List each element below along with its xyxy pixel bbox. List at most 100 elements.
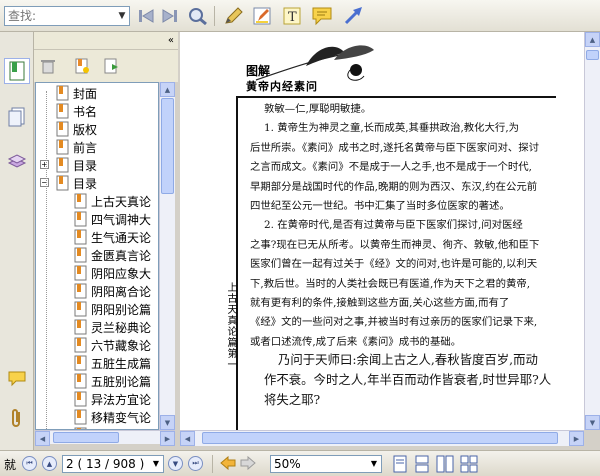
pencil-icon[interactable] bbox=[222, 5, 246, 27]
last-page-button[interactable]: ⏭ bbox=[188, 456, 203, 471]
comment-icon[interactable] bbox=[310, 5, 334, 27]
bookmark-item[interactable]: 五脏生成篇 bbox=[74, 354, 151, 372]
bookmark-item[interactable]: + 目录 bbox=[40, 156, 97, 174]
scroll-up-icon[interactable]: ▲ bbox=[160, 82, 175, 97]
bookmark-toolbar bbox=[34, 50, 178, 82]
bookmark-item[interactable]: 金匮真言论 bbox=[74, 246, 151, 264]
bookmark-label: 阴阳应象大 bbox=[91, 266, 152, 281]
facing-page-icon[interactable] bbox=[436, 455, 454, 476]
bookmark-icon bbox=[74, 265, 88, 281]
body-text-line: 之言而成文。《素问》不是成于一人之手,也不是成于一个时代, bbox=[250, 161, 532, 174]
bookmark-icon bbox=[74, 409, 88, 425]
search-input[interactable] bbox=[5, 7, 113, 25]
pages-tab-icon[interactable] bbox=[4, 104, 30, 130]
chevron-down-icon[interactable]: ▼ bbox=[149, 456, 163, 472]
document-horizontal-scrollbar[interactable]: ◀ ▶ bbox=[180, 430, 584, 446]
scroll-thumb[interactable] bbox=[202, 432, 558, 444]
tree-connector bbox=[46, 91, 47, 429]
forward-arrow-icon[interactable] bbox=[240, 455, 256, 473]
header-rule bbox=[236, 96, 556, 98]
single-page-icon[interactable] bbox=[392, 455, 408, 476]
previous-page-button[interactable]: ▲ bbox=[42, 456, 57, 471]
svg-text:T: T bbox=[288, 10, 297, 25]
bookmark-item[interactable]: 阴阳别论篇 bbox=[74, 300, 151, 318]
arrow-icon[interactable] bbox=[342, 5, 366, 27]
header-title-line-1: 图解 bbox=[246, 64, 271, 78]
body-text-line: 之事?现在已无从所考。以黄帝生而神灵、徇齐、敦敏,他和臣下 bbox=[250, 238, 540, 251]
bookmark-item[interactable]: 阴阳应象大 bbox=[74, 264, 151, 282]
bookmark-item[interactable]: 阴阳离合论 bbox=[74, 282, 151, 300]
continuous-page-icon[interactable] bbox=[414, 455, 430, 476]
new-bookmark-icon[interactable] bbox=[74, 58, 90, 77]
page-number-field[interactable]: 2 ( 13 / 908 ) ▼ bbox=[62, 455, 164, 473]
bookmark-item[interactable]: − 目录 bbox=[40, 174, 97, 192]
bookmark-item[interactable]: 四气调神大 bbox=[74, 210, 151, 228]
comments-tab-icon[interactable] bbox=[4, 366, 30, 392]
bookmark-label: 五脏别论篇 bbox=[91, 374, 152, 389]
status-separator bbox=[212, 455, 213, 473]
document-vertical-scrollbar[interactable]: ▲ ▼ bbox=[584, 32, 600, 430]
scroll-right-icon[interactable]: ▶ bbox=[569, 431, 584, 446]
scroll-thumb[interactable] bbox=[586, 50, 599, 60]
bookmark-tree: 封面 书名 版权 前言 + 目录 − 目录 上古天真论 四气调神大 生气通天论 金匮真言论 阴阳应象大阴… bbox=[35, 82, 159, 430]
scroll-thumb[interactable] bbox=[53, 432, 119, 443]
next-page-button[interactable]: ▼ bbox=[168, 456, 183, 471]
scroll-down-icon[interactable]: ▼ bbox=[585, 415, 600, 430]
body-text-line: 敦敏—仁,厚聪明敏捷。 bbox=[264, 103, 372, 115]
zoom-search-icon[interactable] bbox=[186, 5, 210, 27]
scroll-corner bbox=[584, 430, 600, 446]
collapse-panel-button[interactable]: « bbox=[168, 32, 174, 50]
bookmark-item[interactable]: 五脏别论篇 bbox=[74, 372, 151, 390]
scroll-right-icon[interactable]: ▶ bbox=[160, 431, 175, 446]
text-icon[interactable]: T bbox=[280, 5, 304, 27]
verse-line: 作不衰。今时之人,年半百而动作皆衰者,时世异耶?人 bbox=[264, 372, 552, 387]
bookmark-item[interactable]: 版权 bbox=[56, 120, 97, 138]
body-text-line: 或者口述流传,成了后来《素问》成书的基础。 bbox=[250, 335, 462, 348]
last-page-icon[interactable] bbox=[158, 5, 182, 27]
bookmark-label: 五脏生成篇 bbox=[91, 356, 152, 371]
body-text-line: 医家们曾在一起有过关于《经》文的问对,也许是可能的,以利天 bbox=[250, 258, 538, 271]
page-number-value: 2 ( 13 / 908 ) bbox=[66, 457, 145, 471]
expand-toggle-icon[interactable]: + bbox=[40, 160, 49, 169]
bookmark-vertical-scrollbar[interactable]: ▲ ▼ bbox=[159, 82, 175, 430]
bookmark-icon bbox=[74, 391, 88, 407]
chevron-down-icon[interactable]: ▼ bbox=[115, 7, 129, 25]
bookmark-horizontal-scrollbar[interactable]: ◀ ▶ bbox=[35, 430, 175, 446]
bookmark-item[interactable]: 前言 bbox=[56, 138, 97, 156]
bookmark-item[interactable]: 生气通天论 bbox=[74, 228, 151, 246]
delete-bookmark-icon[interactable] bbox=[40, 58, 56, 77]
chevron-down-icon[interactable]: ▼ bbox=[367, 456, 381, 472]
bookmark-label: 生气通天论 bbox=[91, 230, 152, 245]
scroll-left-icon[interactable]: ◀ bbox=[180, 431, 195, 446]
bookmark-icon bbox=[74, 355, 88, 371]
verse-line: 将失之耶? bbox=[264, 392, 321, 407]
scroll-thumb[interactable] bbox=[161, 98, 174, 194]
attachments-tab-icon[interactable] bbox=[4, 406, 30, 432]
layers-tab-icon[interactable] bbox=[4, 148, 30, 174]
scroll-up-icon[interactable]: ▲ bbox=[585, 32, 600, 47]
header-title-line-2: 黄帝内经素问 bbox=[246, 80, 318, 93]
bookmark-item[interactable]: 灵兰秘典论 bbox=[74, 318, 151, 336]
bookmark-item[interactable]: 异法方宜论 bbox=[74, 390, 151, 408]
bookmark-item[interactable]: 书名 bbox=[56, 102, 97, 120]
scroll-left-icon[interactable]: ◀ bbox=[35, 431, 50, 446]
bookmark-item[interactable]: 上古天真论 bbox=[74, 192, 151, 210]
highlight-icon[interactable] bbox=[250, 5, 274, 27]
bookmark-label: 封面 bbox=[73, 86, 98, 101]
bookmark-item[interactable]: 移精变气论 bbox=[74, 408, 151, 426]
expand-toggle-icon[interactable]: − bbox=[40, 178, 49, 187]
first-page-button[interactable]: ⏮ bbox=[22, 456, 37, 471]
export-bookmark-icon[interactable] bbox=[104, 58, 120, 77]
continuous-facing-icon[interactable] bbox=[460, 455, 478, 476]
first-page-icon[interactable] bbox=[134, 5, 158, 27]
scroll-down-icon[interactable]: ▼ bbox=[160, 415, 175, 430]
back-arrow-icon[interactable] bbox=[220, 455, 236, 473]
bookmark-icon bbox=[74, 229, 88, 245]
search-box[interactable]: ▼ bbox=[4, 6, 130, 26]
bookmark-item[interactable]: 封面 bbox=[56, 84, 97, 102]
zoom-field[interactable]: 50% ▼ bbox=[270, 455, 382, 473]
bookmarks-tab-icon[interactable] bbox=[4, 58, 30, 84]
bookmark-icon bbox=[74, 283, 88, 299]
bookmark-icon bbox=[56, 175, 70, 191]
bookmark-item[interactable]: 六节藏象论 bbox=[74, 336, 151, 354]
